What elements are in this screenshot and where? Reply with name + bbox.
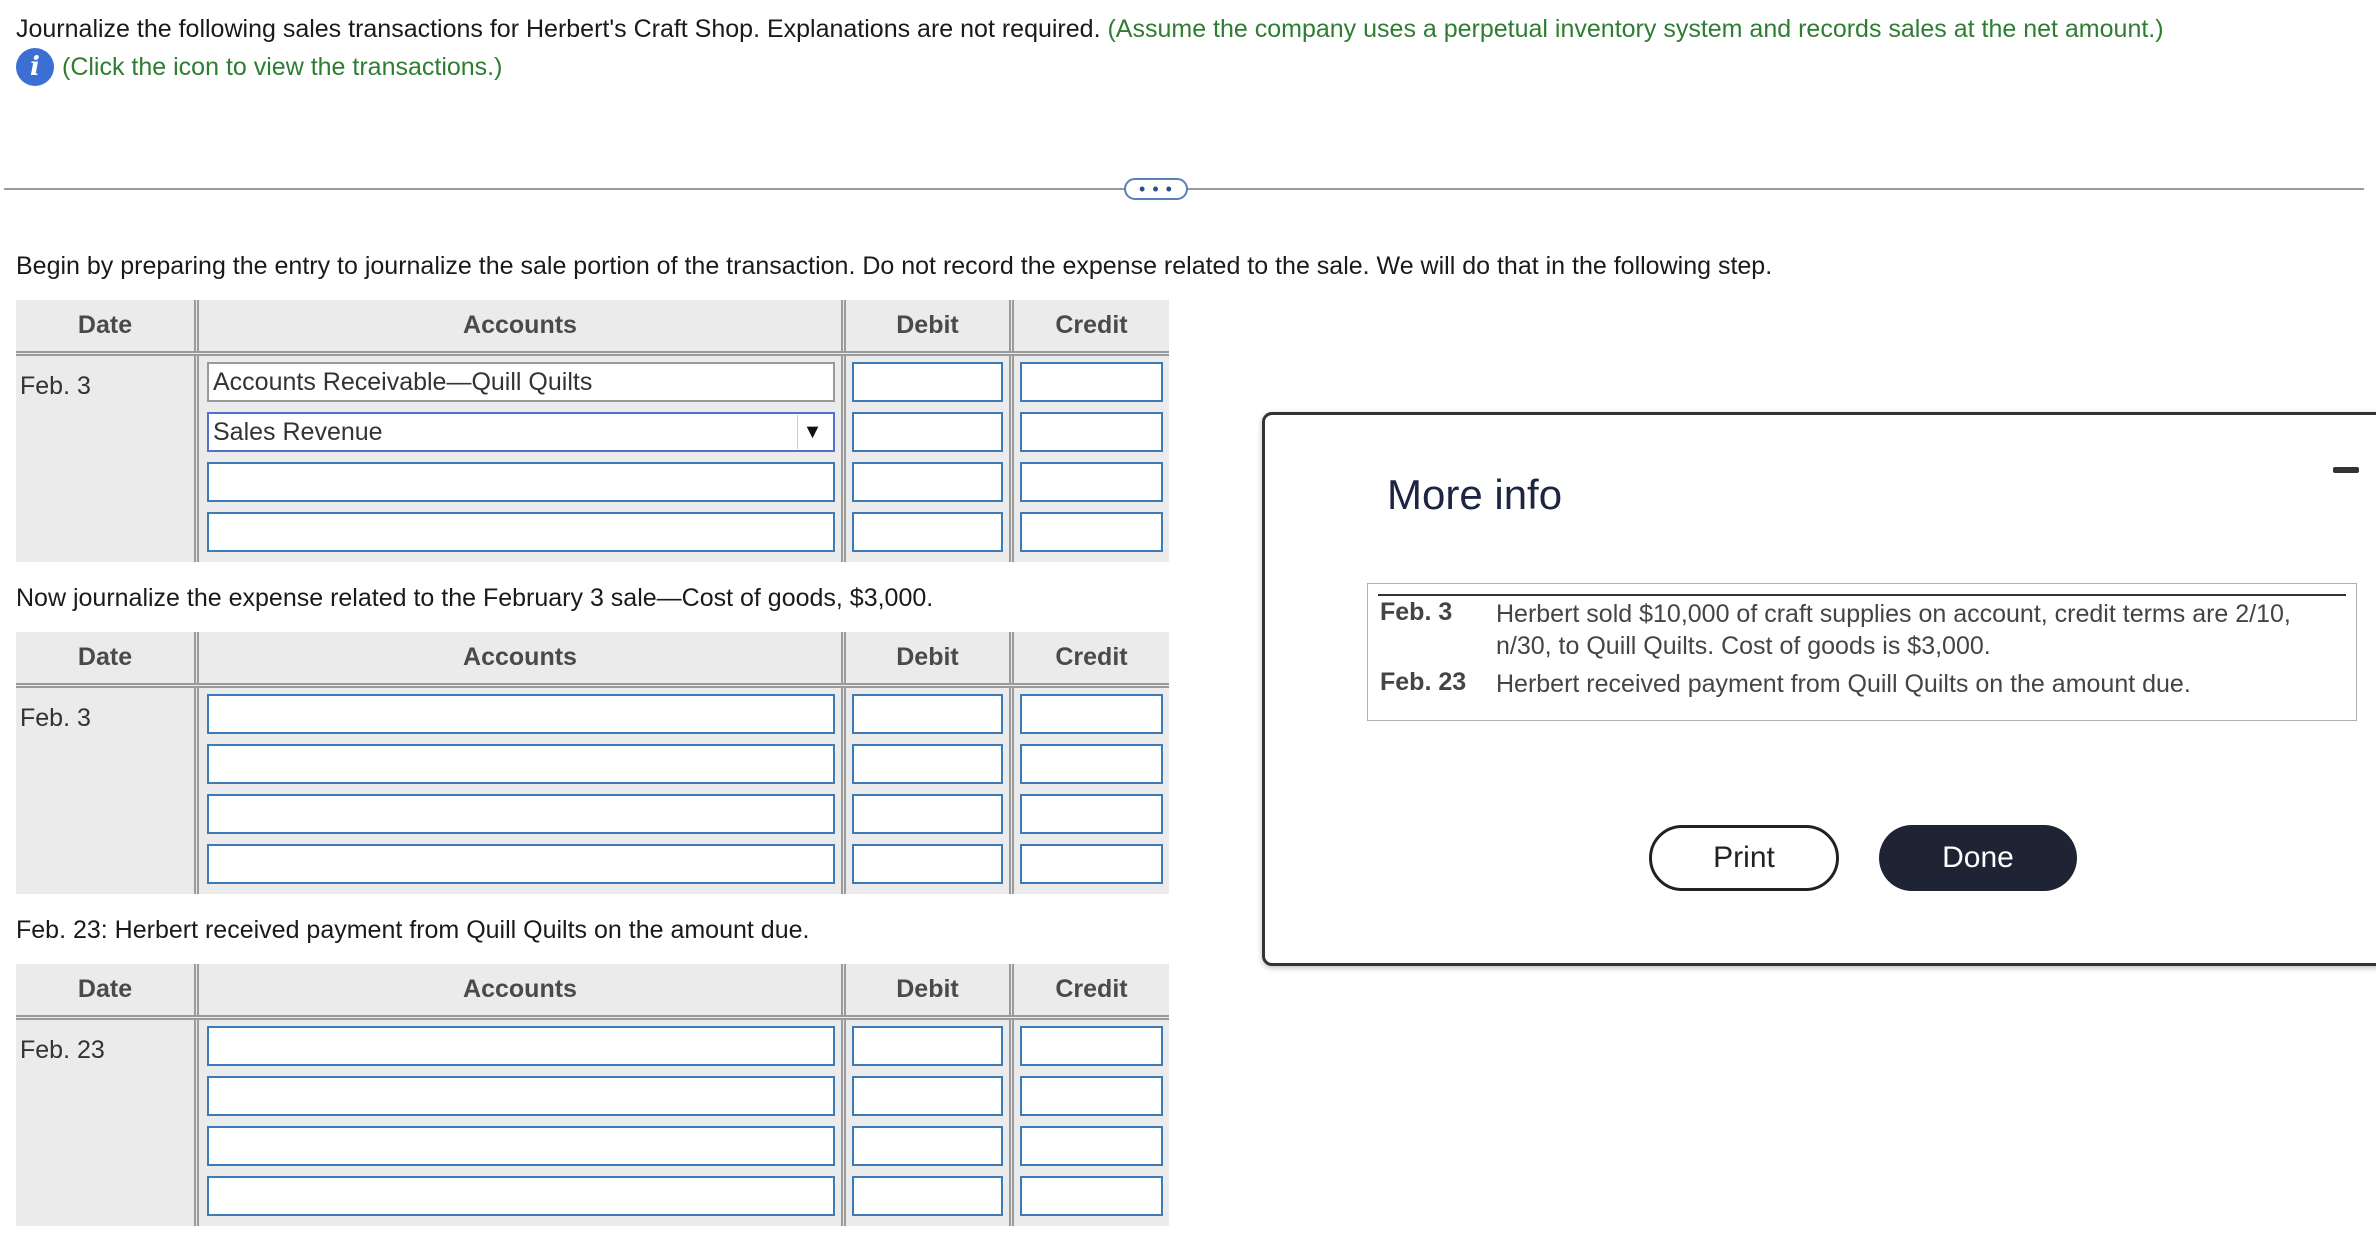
credit-input[interactable] — [1020, 512, 1163, 552]
assumption-text: (Assume the company uses a perpetual inv… — [1107, 15, 2164, 43]
credit-input[interactable] — [1020, 1126, 1163, 1166]
debit-input[interactable] — [852, 1176, 1003, 1216]
info-icon[interactable]: i — [16, 48, 54, 86]
debit-input[interactable] — [852, 744, 1003, 784]
header-date: Date — [77, 643, 133, 671]
credit-input[interactable] — [1020, 744, 1163, 784]
header-credit: Credit — [1009, 300, 1169, 351]
account-input[interactable]: Accounts Receivable—Quill Quilts — [207, 362, 835, 402]
header-debit: Debit — [841, 632, 1009, 683]
debit-input[interactable] — [852, 1076, 1003, 1116]
header-accounts: Accounts — [194, 964, 841, 1015]
accounts-column — [194, 1020, 841, 1226]
intro-text: Journalize the following sales transacti… — [16, 15, 1101, 43]
credit-input[interactable] — [1020, 1076, 1163, 1116]
debit-input[interactable] — [852, 462, 1003, 502]
account-input[interactable] — [207, 1026, 835, 1066]
instructions-header: Journalize the following sales transacti… — [16, 10, 2164, 86]
print-button[interactable]: Print — [1649, 825, 1839, 891]
header-credit: Credit — [1009, 632, 1169, 683]
view-transactions-link[interactable]: (Click the icon to view the transactions… — [62, 48, 502, 86]
expense-instruction: Now journalize the expense related to th… — [16, 584, 934, 612]
credit-column — [1009, 688, 1169, 894]
account-input[interactable] — [207, 844, 835, 884]
account-input[interactable] — [207, 1126, 835, 1166]
debit-input[interactable] — [852, 362, 1003, 402]
account-input[interactable] — [207, 462, 835, 502]
account-input[interactable] — [207, 794, 835, 834]
credit-input[interactable] — [1020, 1026, 1163, 1066]
journal-body: Feb. 23 — [16, 1020, 1169, 1226]
journal-table-payment: Date Accounts Debit Credit Feb. 23 — [16, 964, 1169, 1226]
entry-date: Feb. 23 — [20, 1036, 105, 1064]
journal-table-expense: Date Accounts Debit Credit Feb. 3 — [16, 632, 1169, 894]
debit-input[interactable] — [852, 794, 1003, 834]
credit-input[interactable] — [1020, 694, 1163, 734]
credit-input[interactable] — [1020, 794, 1163, 834]
header-debit: Debit — [841, 300, 1009, 351]
account-input[interactable] — [207, 1176, 835, 1216]
transaction-row: Feb. 23 Herbert received payment from Qu… — [1380, 668, 2336, 700]
account-select[interactable]: Sales Revenue ▼ — [207, 412, 835, 452]
header-credit: Credit — [1009, 964, 1169, 1015]
journal-body: Feb. 3 — [16, 688, 1169, 894]
account-input[interactable] — [207, 1076, 835, 1116]
dialog-title: More info — [1387, 471, 1563, 518]
account-input[interactable] — [207, 512, 835, 552]
debit-input[interactable] — [852, 1026, 1003, 1066]
accounts-column — [194, 688, 841, 894]
account-select-value: Sales Revenue — [213, 417, 383, 446]
intro-line: Journalize the following sales transacti… — [16, 10, 2164, 48]
payment-instruction: Feb. 23: Herbert received payment from Q… — [16, 916, 810, 944]
done-button[interactable]: Done — [1879, 825, 2077, 891]
accounts-column: Accounts Receivable—Quill Quilts Sales R… — [194, 356, 841, 562]
credit-input[interactable] — [1020, 462, 1163, 502]
journal-header: Date Accounts Debit Credit — [16, 632, 1169, 688]
header-date: Date — [77, 975, 133, 1003]
transaction-row: Feb. 3 Herbert sold $10,000 of craft sup… — [1380, 598, 2336, 662]
transaction-date: Feb. 3 — [1380, 598, 1453, 626]
debit-input[interactable] — [852, 844, 1003, 884]
credit-input[interactable] — [1020, 362, 1163, 402]
journal-table-sale: Date Accounts Debit Credit Feb. 3 Accoun… — [16, 300, 1169, 562]
entry-date: Feb. 3 — [20, 704, 91, 732]
account-input[interactable] — [207, 744, 835, 784]
minimize-icon[interactable] — [2333, 467, 2359, 473]
expand-collapse-button[interactable]: • • • — [1124, 178, 1188, 200]
transactions-table: Feb. 3 Herbert sold $10,000 of craft sup… — [1367, 583, 2357, 721]
header-date: Date — [77, 311, 133, 339]
more-info-dialog: More info Feb. 3 Herbert sold $10,000 of… — [1262, 412, 2376, 966]
credit-input[interactable] — [1020, 412, 1163, 452]
info-row: i (Click the icon to view the transactio… — [16, 48, 2164, 86]
account-input[interactable] — [207, 694, 835, 734]
transaction-text: Herbert sold $10,000 of craft supplies o… — [1496, 600, 2291, 660]
table-top-rule — [1378, 594, 2346, 596]
debit-input[interactable] — [852, 412, 1003, 452]
transaction-text: Herbert received payment from Quill Quil… — [1496, 670, 2191, 698]
credit-input[interactable] — [1020, 1176, 1163, 1216]
debit-column — [841, 688, 1009, 894]
header-accounts: Accounts — [194, 632, 841, 683]
sale-instruction: Begin by preparing the entry to journali… — [16, 252, 1773, 280]
credit-column — [1009, 356, 1169, 562]
transaction-date: Feb. 23 — [1380, 668, 1467, 696]
journal-header: Date Accounts Debit Credit — [16, 300, 1169, 356]
journal-body: Feb. 3 Accounts Receivable—Quill Quilts … — [16, 356, 1169, 562]
journal-header: Date Accounts Debit Credit — [16, 964, 1169, 1020]
credit-input[interactable] — [1020, 844, 1163, 884]
debit-column — [841, 356, 1009, 562]
header-debit: Debit — [841, 964, 1009, 1015]
debit-input[interactable] — [852, 694, 1003, 734]
credit-column — [1009, 1020, 1169, 1226]
debit-input[interactable] — [852, 1126, 1003, 1166]
debit-input[interactable] — [852, 512, 1003, 552]
header-accounts: Accounts — [194, 300, 841, 351]
debit-column — [841, 1020, 1009, 1226]
dropdown-arrow-icon[interactable]: ▼ — [797, 415, 827, 449]
entry-date: Feb. 3 — [20, 372, 91, 400]
